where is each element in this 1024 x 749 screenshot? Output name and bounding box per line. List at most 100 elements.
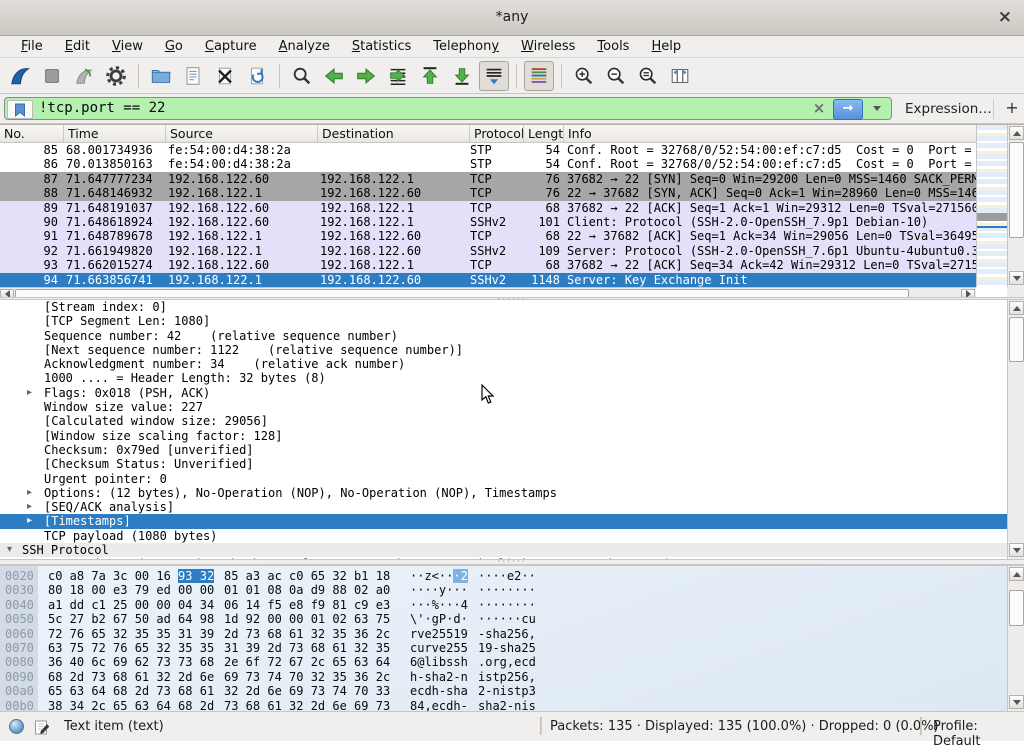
scrollbar-thumb[interactable] <box>1009 142 1024 238</box>
expand-toggle-icon[interactable]: ▸ <box>27 500 32 514</box>
packet-row-90[interactable]: 9071.648618924192.168.122.60192.168.122.… <box>0 215 976 229</box>
packet-row-91[interactable]: 9171.648789678192.168.122.1192.168.122.6… <box>0 229 976 243</box>
filter-bookmark-button[interactable] <box>7 100 33 119</box>
detail-row[interactable]: ▸Flags: 0x018 (PSH, ACK) <box>0 386 1007 400</box>
packet-row-93[interactable]: 9371.662015274192.168.122.60192.168.122.… <box>0 258 976 272</box>
display-filter-input[interactable]: !tcp.port == 22 × → <box>4 97 892 120</box>
resize-columns-button[interactable] <box>665 61 695 91</box>
hex-row-0080[interactable]: 008036 40 6c 69 62 73 73 682e 6f 72 67 2… <box>0 655 1024 669</box>
go-back-button[interactable] <box>319 61 349 91</box>
hex-row-0060[interactable]: 006072 76 65 32 35 35 31 392d 73 68 61 3… <box>0 627 1024 641</box>
details-vscrollbar[interactable] <box>1007 300 1024 559</box>
hex-row-0030[interactable]: 003080 18 00 e3 79 ed 00 0001 01 08 0a d… <box>0 583 1024 597</box>
detail-row[interactable]: Sequence number: 42 (relative sequence n… <box>0 329 1007 343</box>
expand-toggle-icon[interactable]: ▸ <box>27 486 32 500</box>
colorize-packets-button[interactable] <box>524 61 554 91</box>
menu-help[interactable]: Help <box>640 39 692 54</box>
menu-view[interactable]: View <box>101 39 154 54</box>
packet-row-86[interactable]: 8670.013850163fe:54:00:d4:38:2aSTP54Conf… <box>0 157 976 171</box>
detail-row[interactable]: TCP payload (1080 bytes) <box>0 529 1007 543</box>
expression-button[interactable]: Expression… <box>905 101 992 117</box>
detail-row[interactable]: Urgent pointer: 0 <box>0 472 1007 486</box>
packet-row-94[interactable]: 9471.663856741192.168.122.1192.168.122.6… <box>0 273 976 287</box>
bytes-vscrollbar[interactable] <box>1007 566 1024 711</box>
menu-capture[interactable]: Capture <box>194 39 268 54</box>
column-header-no[interactable]: No. <box>0 125 64 142</box>
packet-row-88[interactable]: 8871.648146932192.168.122.1192.168.122.6… <box>0 186 976 200</box>
detail-row[interactable]: [Checksum Status: Unverified] <box>0 457 1007 471</box>
expert-info-icon[interactable] <box>9 719 24 734</box>
column-header-destination[interactable]: Destination <box>318 125 470 142</box>
title-bar[interactable]: *any × <box>0 0 1024 36</box>
reload-file-button[interactable] <box>242 61 272 91</box>
add-filter-button[interactable]: + <box>1004 98 1020 117</box>
scroll-up-button[interactable] <box>1009 301 1024 315</box>
close-window-button[interactable]: × <box>998 7 1012 27</box>
column-header-source[interactable]: Source <box>166 125 318 142</box>
detail-row[interactable]: [Stream index: 0] <box>0 300 1007 314</box>
column-header-info[interactable]: Info <box>564 125 1008 142</box>
scroll-down-button[interactable] <box>1009 695 1024 709</box>
scrollbar-thumb[interactable] <box>1009 317 1024 362</box>
menu-edit[interactable]: Edit <box>54 39 101 54</box>
go-last-button[interactable] <box>447 61 477 91</box>
intelligent-scrollbar-minimap[interactable] <box>976 125 1007 287</box>
detail-row[interactable]: Acknowledgment number: 34 (relative ack … <box>0 357 1007 371</box>
detail-row[interactable]: [Window size scaling factor: 128] <box>0 429 1007 443</box>
menu-go[interactable]: Go <box>154 39 194 54</box>
packet-row-85[interactable]: 8568.001734936fe:54:00:d4:38:2aSTP54Conf… <box>0 143 976 157</box>
filter-clear-button[interactable]: × <box>809 99 829 118</box>
packet-row-92[interactable]: 9271.661949820192.168.122.1192.168.122.6… <box>0 244 976 258</box>
zoom-in-button[interactable] <box>569 61 599 91</box>
filter-apply-button[interactable]: → <box>833 99 863 120</box>
zoom-out-button[interactable] <box>601 61 631 91</box>
column-header-length[interactable]: Length <box>524 125 564 142</box>
scroll-down-button[interactable] <box>1009 543 1024 557</box>
detail-row[interactable]: ▸Options: (12 bytes), No-Operation (NOP)… <box>0 486 1007 500</box>
close-file-button[interactable] <box>210 61 240 91</box>
go-to-packet-button[interactable] <box>383 61 413 91</box>
packet-list-vscrollbar[interactable] <box>1007 125 1024 287</box>
find-packet-button[interactable] <box>287 61 317 91</box>
menu-file[interactable]: File <box>10 39 54 54</box>
menu-statistics[interactable]: Statistics <box>341 39 422 54</box>
restart-capture-button[interactable] <box>69 61 99 91</box>
column-header-time[interactable]: Time <box>64 125 166 142</box>
detail-row[interactable]: Checksum: 0x79ed [unverified] <box>0 443 1007 457</box>
start-capture-button[interactable] <box>5 61 35 91</box>
menu-wireless[interactable]: Wireless <box>510 39 586 54</box>
detail-row[interactable]: ▾SSH Protocol <box>0 543 1007 557</box>
stop-capture-button[interactable] <box>37 61 67 91</box>
expand-toggle-icon[interactable]: ▸ <box>27 386 32 400</box>
collapse-toggle-icon[interactable]: ▾ <box>7 543 12 557</box>
status-profile[interactable]: Profile: Default <box>933 719 1024 749</box>
detail-row[interactable]: [TCP Segment Len: 1080] <box>0 314 1007 328</box>
hex-row-0070[interactable]: 007063 75 72 76 65 32 35 3531 39 2d 73 6… <box>0 641 1024 655</box>
detail-row[interactable]: [Calculated window size: 29056] <box>0 414 1007 428</box>
open-file-button[interactable] <box>146 61 176 91</box>
capture-comment-icon[interactable] <box>34 719 50 739</box>
detail-row[interactable]: Window size value: 227 <box>0 400 1007 414</box>
hex-row-00b0[interactable]: 00b038 34 2c 65 63 64 68 2d73 68 61 32 2… <box>0 699 1024 711</box>
detail-row[interactable]: ▸[SEQ/ACK analysis] <box>0 500 1007 514</box>
hex-row-0020[interactable]: 0020c0 a8 7a 3c 00 16 93 3285 a3 ac c0 6… <box>0 569 1024 583</box>
detail-row[interactable]: 1000 .... = Header Length: 32 bytes (8) <box>0 371 1007 385</box>
packet-row-89[interactable]: 8971.648191037192.168.122.60192.168.122.… <box>0 201 976 215</box>
filter-dropdown-caret[interactable] <box>873 106 881 111</box>
auto-scroll-button[interactable] <box>479 61 509 91</box>
menu-telephony[interactable]: Telephony <box>422 39 510 54</box>
scroll-down-button[interactable] <box>1009 271 1024 285</box>
packet-row-87[interactable]: 8771.647777234192.168.122.60192.168.122.… <box>0 172 976 186</box>
menu-analyze[interactable]: Analyze <box>268 39 341 54</box>
zoom-reset-button[interactable] <box>633 61 663 91</box>
scrollbar-thumb[interactable] <box>1009 590 1024 626</box>
detail-row[interactable]: [Next sequence number: 1122 (relative se… <box>0 343 1007 357</box>
hex-row-00a0[interactable]: 00a065 63 64 68 2d 73 68 6132 2d 6e 69 7… <box>0 684 1024 698</box>
expand-toggle-icon[interactable]: ▸ <box>27 514 32 528</box>
capture-options-button[interactable] <box>101 61 131 91</box>
menu-tools[interactable]: Tools <box>586 39 640 54</box>
save-file-button[interactable] <box>178 61 208 91</box>
hex-row-0050[interactable]: 00505c 27 b2 67 50 ad 64 981d 92 00 00 0… <box>0 612 1024 626</box>
go-first-button[interactable] <box>415 61 445 91</box>
scroll-up-button[interactable] <box>1009 567 1024 581</box>
